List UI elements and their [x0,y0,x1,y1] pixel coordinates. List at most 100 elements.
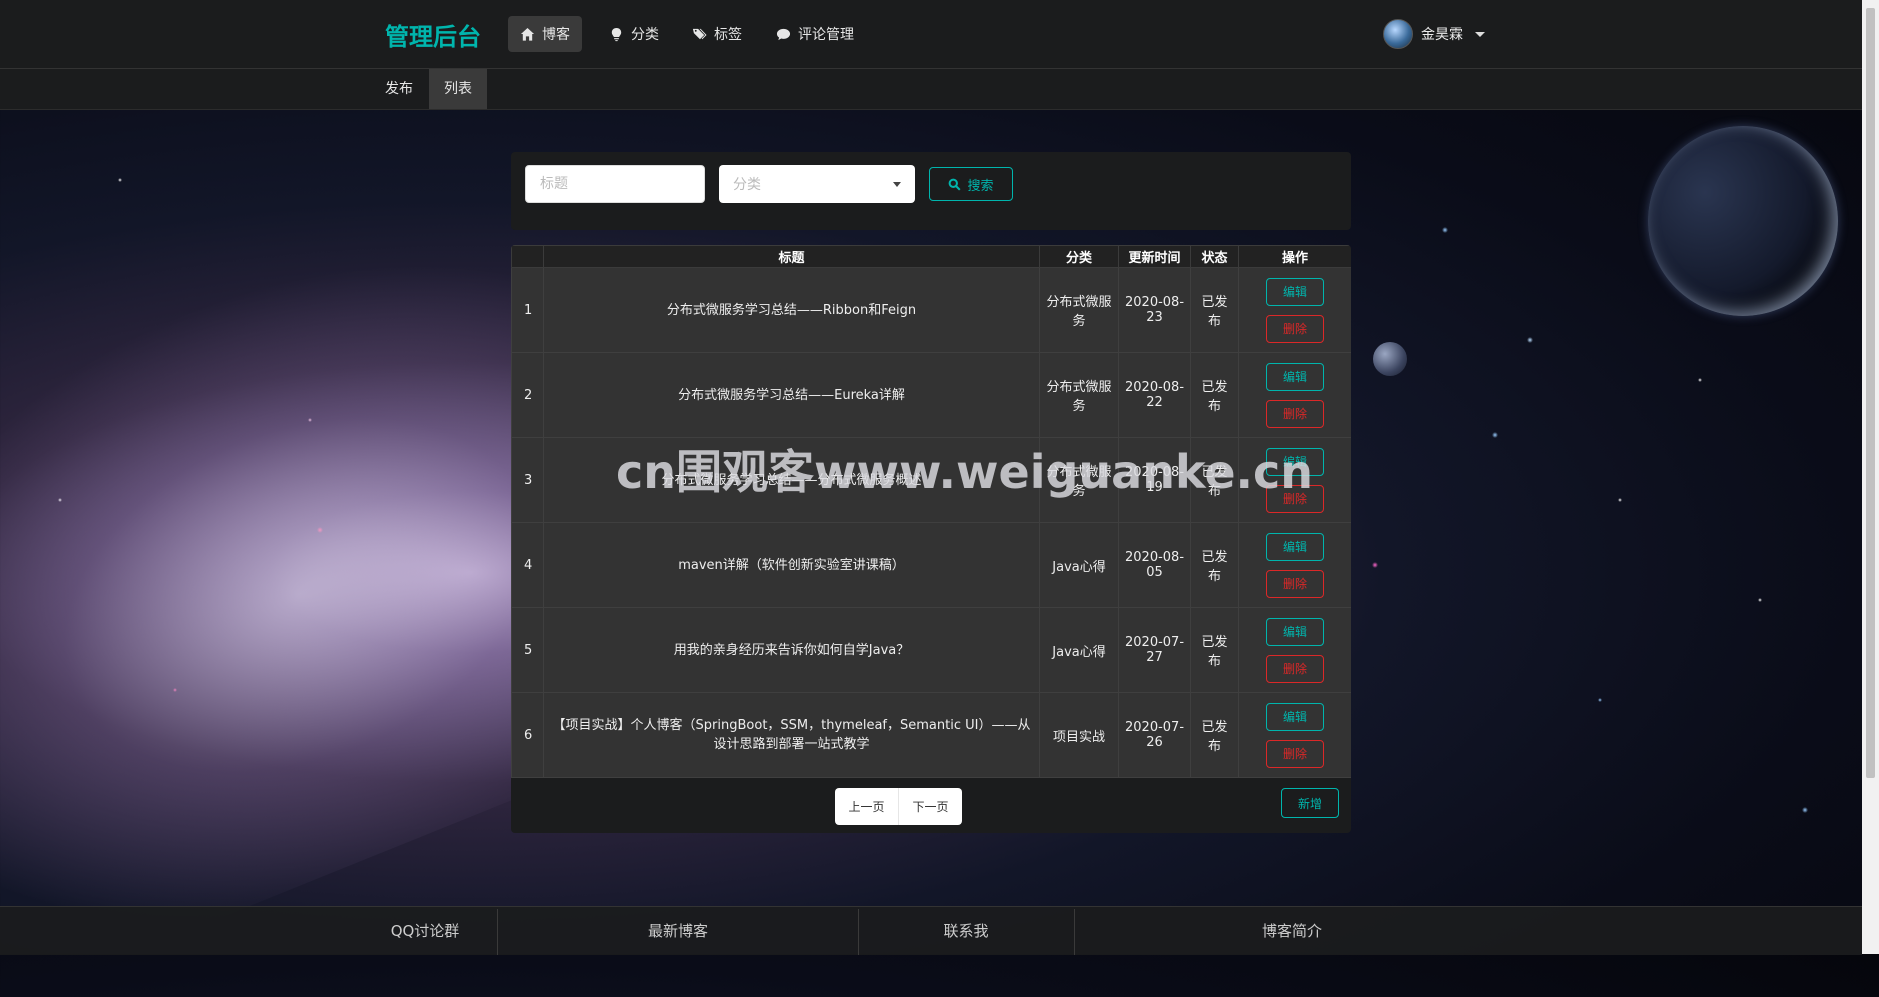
row-date: 2020-07-27 [1118,607,1191,693]
lightbulb-icon [611,27,622,41]
column-header-updated: 更新时间 [1118,245,1191,268]
table-row: 4 maven详解（软件创新实验室讲课稿） Java心得 2020-08-05 … [511,522,1351,608]
edit-button[interactable]: 编辑 [1266,362,1324,391]
row-number: 6 [511,692,544,778]
nav-item-comments[interactable]: 评论管理 [764,16,866,52]
row-status: 已发布 [1190,692,1239,778]
nav-label-comments: 评论管理 [798,27,854,43]
footer-divider [1074,909,1075,955]
column-header-index [511,245,544,268]
nav-item-category[interactable]: 分类 [597,16,671,52]
nav-label-category: 分类 [631,27,659,43]
row-actions: 编辑 删除 [1238,352,1351,438]
category-select-placeholder: 分类 [733,177,761,193]
row-category: Java心得 [1039,607,1119,693]
home-icon [520,27,535,41]
prev-page-button[interactable]: 上一页 [835,788,898,825]
delete-button[interactable]: 删除 [1266,314,1324,343]
sub-navbar: 发布 列表 [0,69,1862,110]
row-actions: 编辑 删除 [1238,522,1351,608]
row-status: 已发布 [1190,522,1239,608]
top-navbar: 管理后台 博客 分类 标签 评论管理 金昊霖 [0,0,1862,69]
brand-title[interactable]: 管理后台 [385,17,481,52]
user-menu[interactable]: 金昊霖 [1383,19,1485,49]
row-date: 2020-08-05 [1118,522,1191,608]
row-date: 2020-08-23 [1118,267,1191,353]
row-category: 项目实战 [1039,692,1119,778]
delete-button[interactable]: 删除 [1266,484,1324,513]
delete-button[interactable]: 删除 [1266,399,1324,428]
row-status: 已发布 [1190,267,1239,353]
row-date: 2020-07-26 [1118,692,1191,778]
next-page-button[interactable]: 下一页 [898,788,962,825]
footer-blog-intro[interactable]: 博客简介 [1212,907,1372,955]
table-row: 3 分布式微服务学习总结——分布式微服务概述 分布式微服务 2020-08-19… [511,437,1351,523]
row-title: 【项目实战】个人博客（SpringBoot，SSM，thymeleaf，Sema… [543,692,1040,778]
table-row: 6 【项目实战】个人博客（SpringBoot，SSM，thymeleaf，Se… [511,692,1351,778]
footer-contact[interactable]: 联系我 [886,907,1046,955]
delete-button[interactable]: 删除 [1266,569,1324,598]
row-category: Java心得 [1039,522,1119,608]
footer-qq-group[interactable]: QQ讨论群 [345,907,505,955]
edit-button[interactable]: 编辑 [1266,447,1324,476]
column-header-actions: 操作 [1238,245,1351,268]
blog-table-panel: 标题 分类 更新时间 状态 操作 1 分布式微服务学习总结——Ribbon和Fe… [511,245,1351,833]
dropdown-arrow-icon [893,181,901,187]
chevron-down-icon [1475,31,1485,37]
edit-button[interactable]: 编辑 [1266,702,1324,731]
blog-table: 标题 分类 更新时间 状态 操作 1 分布式微服务学习总结——Ribbon和Fe… [511,245,1351,778]
row-title: 分布式微服务学习总结——分布式微服务概述 [543,437,1040,523]
row-title: maven详解（软件创新实验室讲课稿） [543,522,1040,608]
nav-item-blog[interactable]: 博客 [508,16,582,52]
page-scrollbar[interactable] [1862,0,1879,954]
search-button[interactable]: 搜索 [929,167,1013,201]
row-title: 分布式微服务学习总结——Ribbon和Feign [543,267,1040,353]
avatar [1383,19,1413,49]
table-row: 1 分布式微服务学习总结——Ribbon和Feign 分布式微服务 2020-0… [511,267,1351,353]
row-number: 2 [511,352,544,438]
row-status: 已发布 [1190,352,1239,438]
row-category: 分布式微服务 [1039,437,1119,523]
delete-button[interactable]: 删除 [1266,739,1324,768]
column-header-category: 分类 [1039,245,1119,268]
subnav-list[interactable]: 列表 [429,69,487,109]
column-header-status: 状态 [1190,245,1239,268]
row-date: 2020-08-22 [1118,352,1191,438]
footer-divider [497,909,498,955]
edit-button[interactable]: 编辑 [1266,617,1324,646]
row-status: 已发布 [1190,437,1239,523]
scrollbar-thumb[interactable] [1866,8,1875,778]
row-title: 分布式微服务学习总结——Eureka详解 [543,352,1040,438]
tags-icon [692,28,707,39]
search-icon [949,178,961,190]
add-blog-button[interactable]: 新增 [1281,788,1339,818]
row-number: 4 [511,522,544,608]
row-category: 分布式微服务 [1039,267,1119,353]
edit-button[interactable]: 编辑 [1266,277,1324,306]
comment-icon [776,28,791,40]
table-row: 2 分布式微服务学习总结——Eureka详解 分布式微服务 2020-08-22… [511,352,1351,438]
row-status: 已发布 [1190,607,1239,693]
row-number: 5 [511,607,544,693]
row-date: 2020-08-19 [1118,437,1191,523]
subnav-publish[interactable]: 发布 [370,69,428,109]
delete-button[interactable]: 删除 [1266,654,1324,683]
moon-image [1373,342,1407,376]
column-header-title: 标题 [543,245,1040,268]
table-row: 5 用我的亲身经历来告诉你如何自学Java？ Java心得 2020-07-27… [511,607,1351,693]
edit-button[interactable]: 编辑 [1266,532,1324,561]
row-number: 3 [511,437,544,523]
row-number: 1 [511,267,544,353]
footer-latest-blogs[interactable]: 最新博客 [598,907,758,955]
category-select[interactable]: 分类 [719,165,915,203]
planet-image [1648,126,1838,316]
title-search-input[interactable] [525,165,705,203]
row-title: 用我的亲身经历来告诉你如何自学Java？ [543,607,1040,693]
footer-divider [858,909,859,955]
search-button-label: 搜索 [967,178,994,194]
search-panel: 分类 搜索 [511,152,1351,230]
footer: QQ讨论群 最新博客 联系我 博客简介 [0,906,1862,955]
row-category: 分布式微服务 [1039,352,1119,438]
row-actions: 编辑 删除 [1238,607,1351,693]
nav-item-tags[interactable]: 标签 [680,16,754,52]
